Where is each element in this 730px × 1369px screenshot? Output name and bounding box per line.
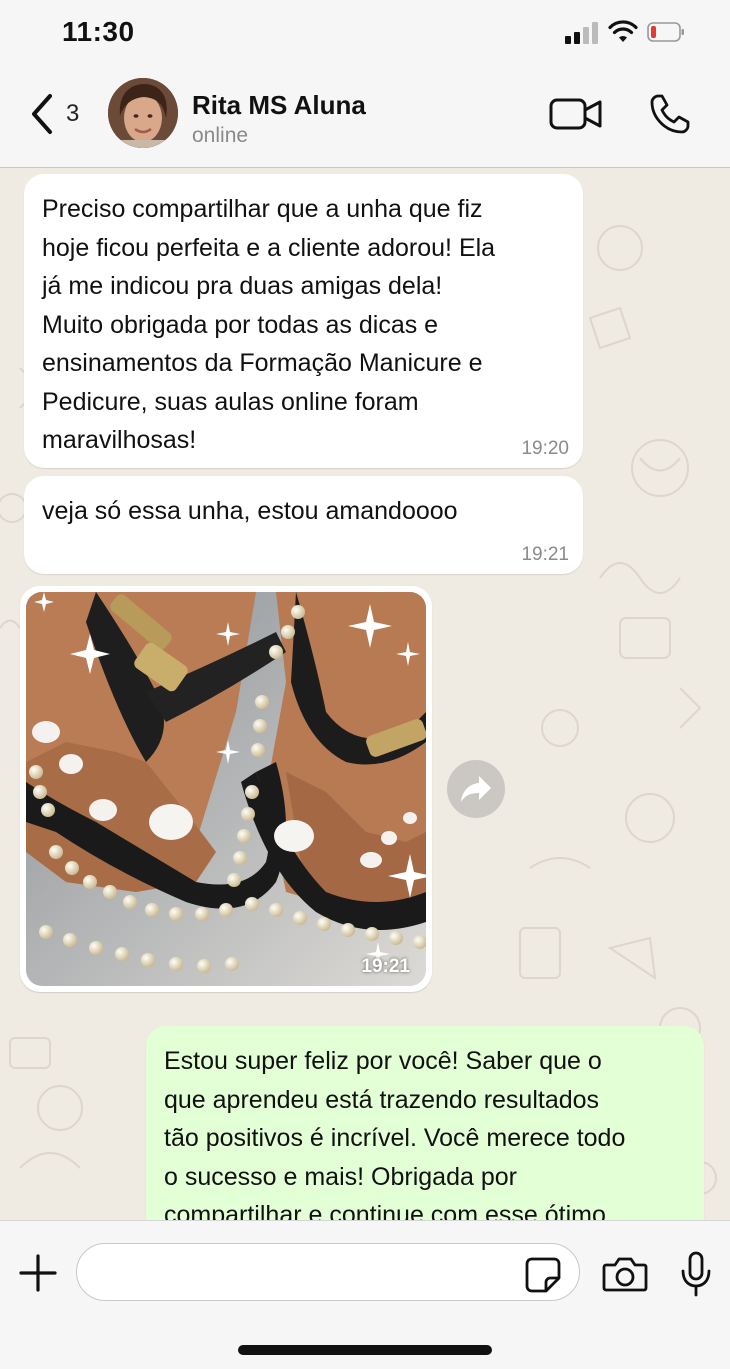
incoming-image-message[interactable]: 19:21	[20, 586, 432, 992]
plus-icon[interactable]	[18, 1253, 58, 1293]
phone-icon[interactable]	[648, 92, 692, 136]
status-bar: 11:30	[0, 0, 730, 70]
nail-photo[interactable]: 19:21	[26, 592, 426, 986]
contact-name[interactable]: Rita MS Aluna	[192, 90, 366, 121]
microphone-icon[interactable]	[680, 1251, 712, 1297]
chat-area[interactable]: Preciso compartilhar que a unha que fiz …	[0, 168, 730, 1220]
camera-icon[interactable]	[602, 1255, 648, 1293]
unread-count[interactable]: 3	[66, 100, 79, 128]
sticker-icon[interactable]	[524, 1256, 562, 1294]
message-input[interactable]	[76, 1243, 580, 1301]
avatar[interactable]	[108, 78, 178, 148]
message-time: 19:21	[361, 956, 410, 977]
composer-bar	[0, 1220, 730, 1369]
outgoing-message[interactable]: Estou super feliz por você! Saber que o …	[146, 1026, 704, 1220]
battery-icon	[647, 22, 684, 42]
video-camera-icon[interactable]	[549, 96, 603, 132]
chevron-left-icon[interactable]	[26, 92, 58, 136]
incoming-message[interactable]: Preciso compartilhar que a unha que fiz …	[24, 174, 583, 468]
message-time: 19:20	[521, 438, 569, 459]
status-time: 11:30	[62, 16, 135, 47]
contact-status: online	[192, 124, 249, 147]
cellular-signal-icon	[565, 22, 601, 44]
message-text: veja só essa unha, estou amandoooo	[42, 497, 458, 525]
message-text: Preciso compartilhar que a unha que fiz …	[42, 195, 496, 454]
forward-button[interactable]	[447, 760, 505, 818]
forward-icon	[461, 776, 491, 802]
chat-header: 3 Rita MS Aluna online	[0, 70, 730, 168]
message-text: Estou super feliz por você! Saber que o …	[164, 1047, 626, 1220]
message-time: 19:21	[521, 544, 569, 565]
incoming-message[interactable]: veja só essa unha, estou amandoooo 19:21	[24, 476, 583, 574]
wifi-icon	[608, 20, 638, 42]
home-indicator	[238, 1345, 492, 1355]
